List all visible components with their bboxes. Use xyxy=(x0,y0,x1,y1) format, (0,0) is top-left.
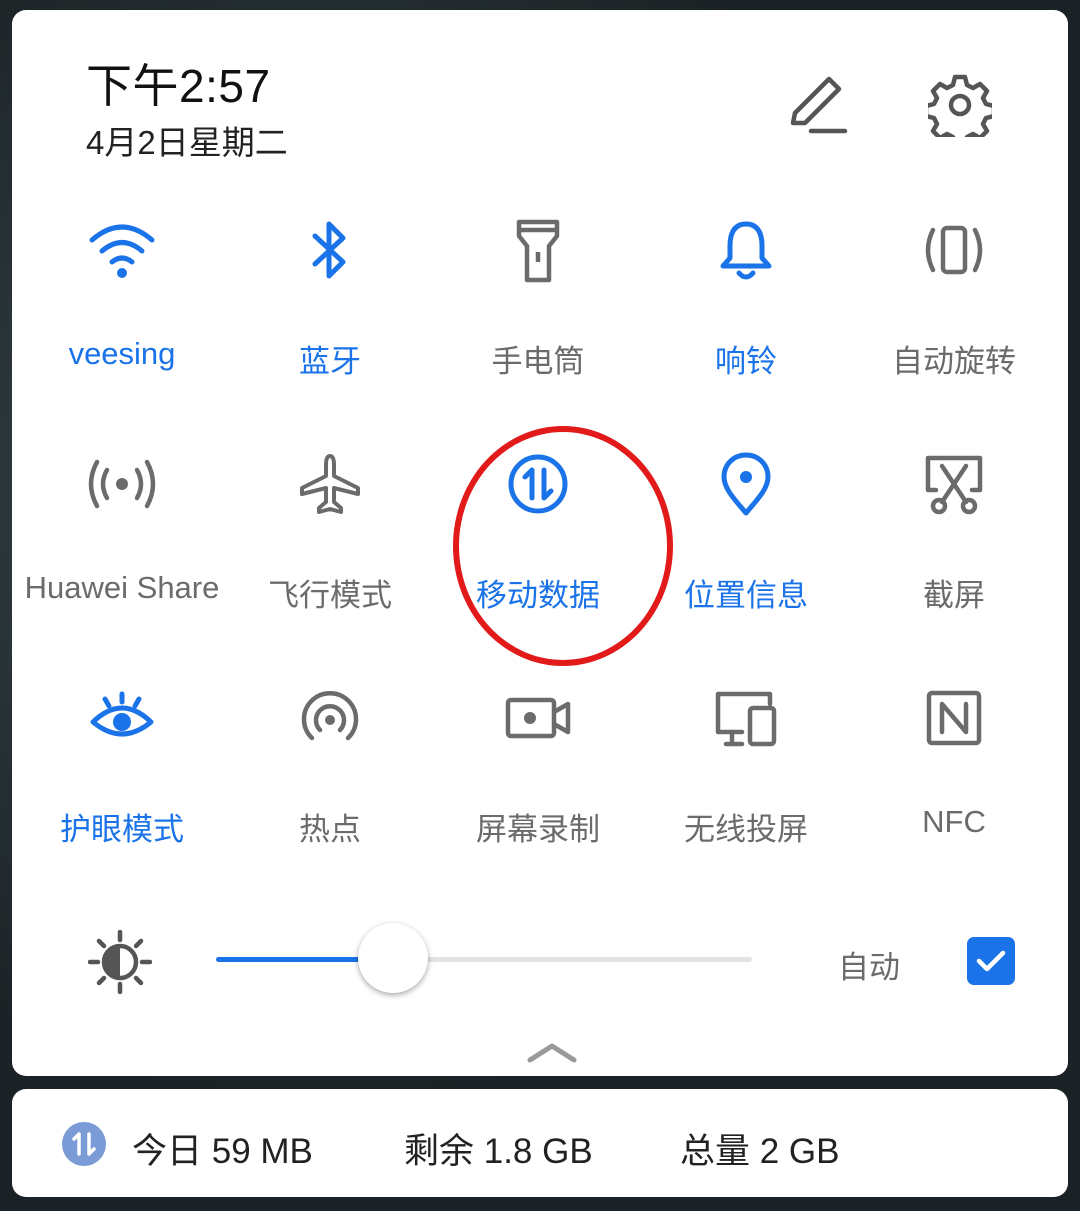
tile-airplane-mode[interactable]: 飞行模式 xyxy=(230,444,430,644)
tile-label: 移动数据 xyxy=(476,578,600,613)
brightness-slider[interactable] xyxy=(216,923,752,993)
clock-date: 4月2日星期二 xyxy=(86,124,288,161)
pencil-icon xyxy=(790,76,848,134)
quick-settings-panel: 下午2:57 4月2日星期二 veesing 蓝牙 手电筒 响铃 自动旋转 Hu… xyxy=(12,10,1068,1076)
tile-hotspot[interactable]: 热点 xyxy=(230,678,430,878)
tile-label: 截屏 xyxy=(923,578,985,613)
brightness-icon xyxy=(88,930,152,994)
tile-label: 自动旋转 xyxy=(892,344,1016,379)
tile-bluetooth[interactable]: 蓝牙 xyxy=(230,210,430,410)
tile-label: 蓝牙 xyxy=(299,344,361,379)
nfc-icon xyxy=(914,678,994,758)
usage-total: 总量 2 GB xyxy=(680,1132,840,1171)
auto-brightness-label: 自动 xyxy=(838,950,900,985)
airplane-icon xyxy=(290,444,370,524)
tile-wifi[interactable]: veesing xyxy=(22,210,222,410)
mobile-data-usage-icon xyxy=(62,1122,106,1166)
wifi-icon xyxy=(82,210,162,290)
tile-label: veesing xyxy=(68,336,176,371)
bell-icon xyxy=(706,210,786,290)
edit-button[interactable] xyxy=(777,65,857,145)
tile-label: 无线投屏 xyxy=(684,812,808,847)
gear-icon xyxy=(928,74,992,137)
tile-label: 护眼模式 xyxy=(60,812,184,847)
auto-rotate-icon xyxy=(914,210,994,290)
tile-location[interactable]: 位置信息 xyxy=(646,444,846,644)
tile-eye-comfort[interactable]: 护眼模式 xyxy=(22,678,222,878)
brightness-slider-thumb[interactable] xyxy=(357,923,428,993)
tile-auto-rotate[interactable]: 自动旋转 xyxy=(854,210,1054,410)
settings-button[interactable] xyxy=(920,65,1000,145)
tile-label: 热点 xyxy=(299,812,361,847)
checkmark-icon xyxy=(976,950,1006,972)
screenshot-icon xyxy=(914,444,994,524)
huawei-share-icon xyxy=(82,444,162,524)
usage-remaining: 剩余 1.8 GB xyxy=(404,1132,593,1171)
mobile-data-icon xyxy=(498,444,578,524)
eye-comfort-icon xyxy=(82,678,162,758)
collapse-chevron-icon[interactable] xyxy=(524,1038,580,1068)
tile-label: 手电筒 xyxy=(491,344,585,379)
tile-screenshot[interactable]: 截屏 xyxy=(854,444,1054,644)
usage-today: 今日 59 MB xyxy=(132,1132,313,1171)
clock-time: 下午2:57 xyxy=(86,60,271,112)
tile-label: 屏幕录制 xyxy=(476,812,600,847)
tile-mobile-data[interactable]: 移动数据 xyxy=(438,444,638,644)
hotspot-icon xyxy=(290,678,370,758)
tile-wireless-projection[interactable]: 无线投屏 xyxy=(646,678,846,878)
tile-label: 位置信息 xyxy=(684,578,808,613)
tile-label: 飞行模式 xyxy=(268,578,392,613)
screen-record-icon xyxy=(498,678,578,758)
data-usage-bar[interactable]: 今日 59 MB 剩余 1.8 GB 总量 2 GB xyxy=(12,1089,1068,1197)
tile-label: Huawei Share xyxy=(24,570,220,605)
tile-label: NFC xyxy=(922,804,986,839)
tile-screen-record[interactable]: 屏幕录制 xyxy=(438,678,638,878)
tile-huawei-share[interactable]: Huawei Share xyxy=(22,444,222,644)
auto-brightness-checkbox[interactable] xyxy=(967,937,1015,985)
wireless-projection-icon xyxy=(706,678,786,758)
tile-flashlight[interactable]: 手电筒 xyxy=(438,210,638,410)
location-icon xyxy=(706,444,786,524)
bluetooth-icon xyxy=(290,210,370,290)
flashlight-icon xyxy=(498,210,578,290)
tile-ringer[interactable]: 响铃 xyxy=(646,210,846,410)
tile-label: 响铃 xyxy=(715,344,777,379)
tile-nfc[interactable]: NFC xyxy=(854,678,1054,878)
